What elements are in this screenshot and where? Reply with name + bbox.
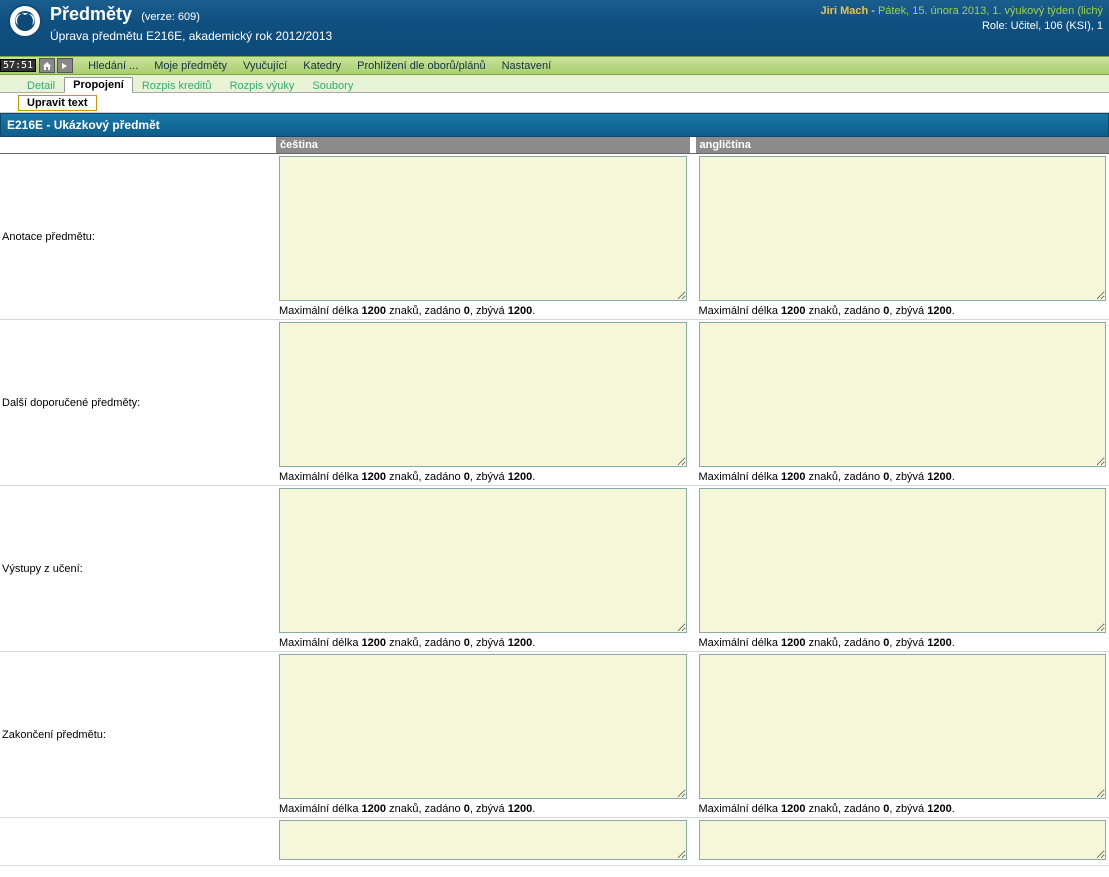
tab-upravit-text[interactable]: Upravit text — [18, 95, 97, 111]
col-header-english: angličtina — [696, 137, 1109, 154]
text-cz[interactable] — [279, 488, 687, 633]
user-info: Jiri Mach - Pátek, 15. února 2013, 1. vý… — [821, 4, 1104, 35]
char-counter: Maximální délka 1200 znaků, zadáno 0, zb… — [279, 471, 687, 483]
tab-detail[interactable]: Detail — [18, 78, 64, 93]
char-counter: Maximální délka 1200 znaků, zadáno 0, zb… — [699, 305, 1107, 317]
user-name: Jiri Mach — [821, 5, 869, 17]
tab-rozpis-vyuky[interactable]: Rozpis výuky — [221, 78, 304, 93]
text-cz[interactable] — [279, 654, 687, 799]
col-header-czech: čeština — [276, 137, 690, 154]
text-en[interactable] — [699, 322, 1107, 467]
user-role: Role: Učitel, 106 (KSI), 1 — [821, 19, 1104, 34]
form-row: Výstupy z učení:Maximální délka 1200 zna… — [0, 486, 1109, 652]
row-label: Další doporučené předměty: — [0, 320, 276, 486]
session-time: 57:51 — [0, 59, 36, 72]
edit-form-table: čeština angličtina Anotace předmětu:Maxi… — [0, 137, 1109, 866]
text-cz[interactable] — [279, 156, 687, 301]
forward-button[interactable] — [57, 58, 73, 73]
form-row — [0, 818, 1109, 866]
row-label: Anotace předmětu: — [0, 154, 276, 320]
tab-rozpis-kreditu[interactable]: Rozpis kreditů — [133, 78, 221, 93]
char-counter: Maximální délka 1200 znaků, zadáno 0, zb… — [699, 637, 1107, 649]
char-counter: Maximální délka 1200 znaků, zadáno 0, zb… — [279, 637, 687, 649]
tab-propojeni[interactable]: Propojení — [64, 77, 133, 93]
main-toolbar: 57:51 Hledání ... Moje předměty Vyučujíc… — [0, 56, 1109, 75]
text-en[interactable] — [699, 156, 1107, 301]
row-label: Výstupy z učení: — [0, 486, 276, 652]
char-counter: Maximální délka 1200 znaků, zadáno 0, zb… — [699, 803, 1107, 815]
text-en[interactable] — [699, 488, 1107, 633]
app-header: Předměty (verze: 609) Úprava předmětu E2… — [0, 0, 1109, 56]
char-counter: Maximální délka 1200 znaků, zadáno 0, zb… — [279, 305, 687, 317]
tabs-level2: Upravit text — [0, 93, 1109, 113]
tab-soubory[interactable]: Soubory — [303, 78, 362, 93]
home-icon — [42, 61, 52, 71]
form-row: Anotace předmětu:Maximální délka 1200 zn… — [0, 154, 1109, 320]
main-menu: Hledání ... Moje předměty Vyučující Kate… — [80, 58, 559, 74]
text-en[interactable] — [699, 820, 1107, 860]
text-cz[interactable] — [279, 322, 687, 467]
text-en[interactable] — [699, 654, 1107, 799]
page-title: E216E - Ukázkový předmět — [0, 113, 1109, 137]
row-label — [0, 818, 276, 866]
char-counter: Maximální délka 1200 znaků, zadáno 0, zb… — [279, 803, 687, 815]
form-row: Další doporučené předměty:Maximální délk… — [0, 320, 1109, 486]
menu-prohlizeni[interactable]: Prohlížení dle oborů/plánů — [349, 58, 493, 74]
app-subtitle: Úprava předmětu E216E, akademický rok 20… — [50, 29, 332, 43]
arrow-icon — [60, 61, 70, 71]
app-title: Předměty (verze: 609) — [50, 11, 200, 23]
text-cz[interactable] — [279, 820, 687, 860]
char-counter: Maximální délka 1200 znaků, zadáno 0, zb… — [699, 471, 1107, 483]
menu-hledani[interactable]: Hledání ... — [80, 58, 146, 74]
form-row: Zakončení předmětu:Maximální délka 1200 … — [0, 652, 1109, 818]
menu-moje-predmety[interactable]: Moje předměty — [146, 58, 235, 74]
row-label: Zakončení předmětu: — [0, 652, 276, 818]
menu-katedry[interactable]: Katedry — [295, 58, 349, 74]
home-button[interactable] — [39, 58, 55, 73]
app-logo — [8, 4, 42, 38]
current-date: Pátek, 15. února 2013, 1. výukový týden … — [878, 5, 1103, 17]
menu-vyucujici[interactable]: Vyučující — [235, 58, 295, 74]
col-header-label — [0, 137, 276, 154]
menu-nastaveni[interactable]: Nastavení — [494, 58, 560, 74]
tabs-level1: Detail Propojení Rozpis kreditů Rozpis v… — [0, 75, 1109, 93]
